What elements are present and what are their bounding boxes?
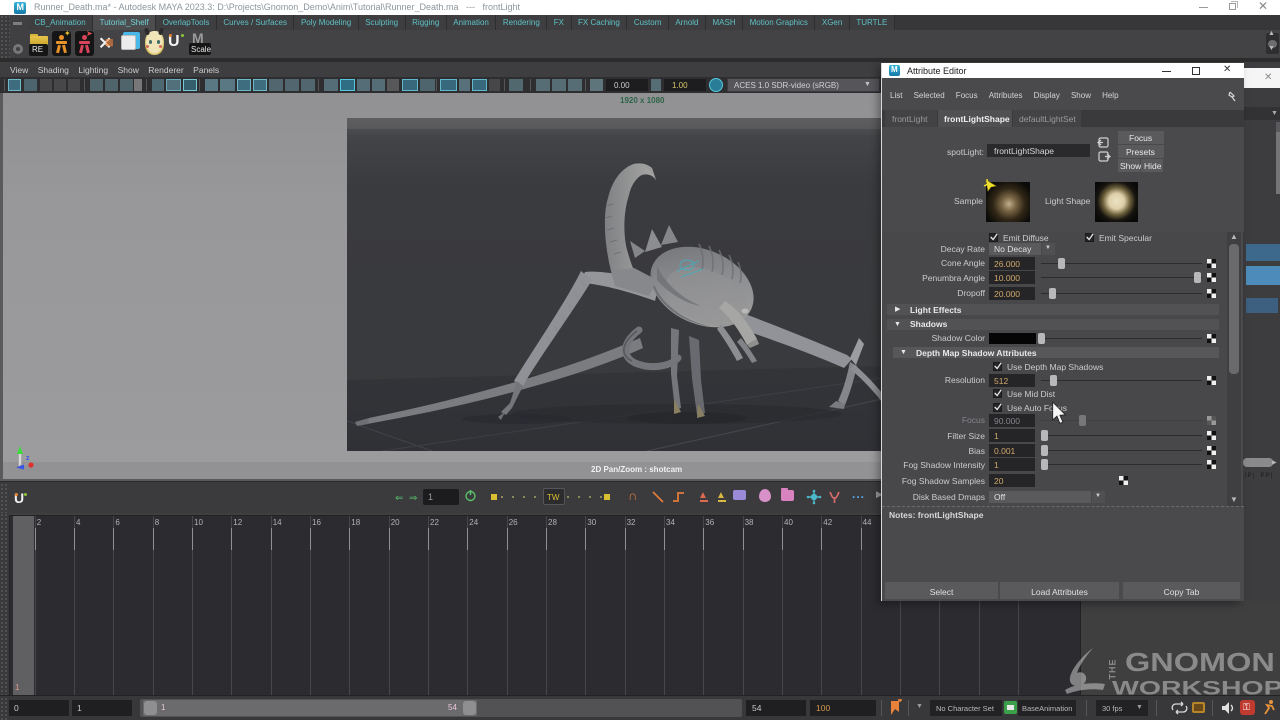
svg-text:z: z <box>26 455 30 462</box>
